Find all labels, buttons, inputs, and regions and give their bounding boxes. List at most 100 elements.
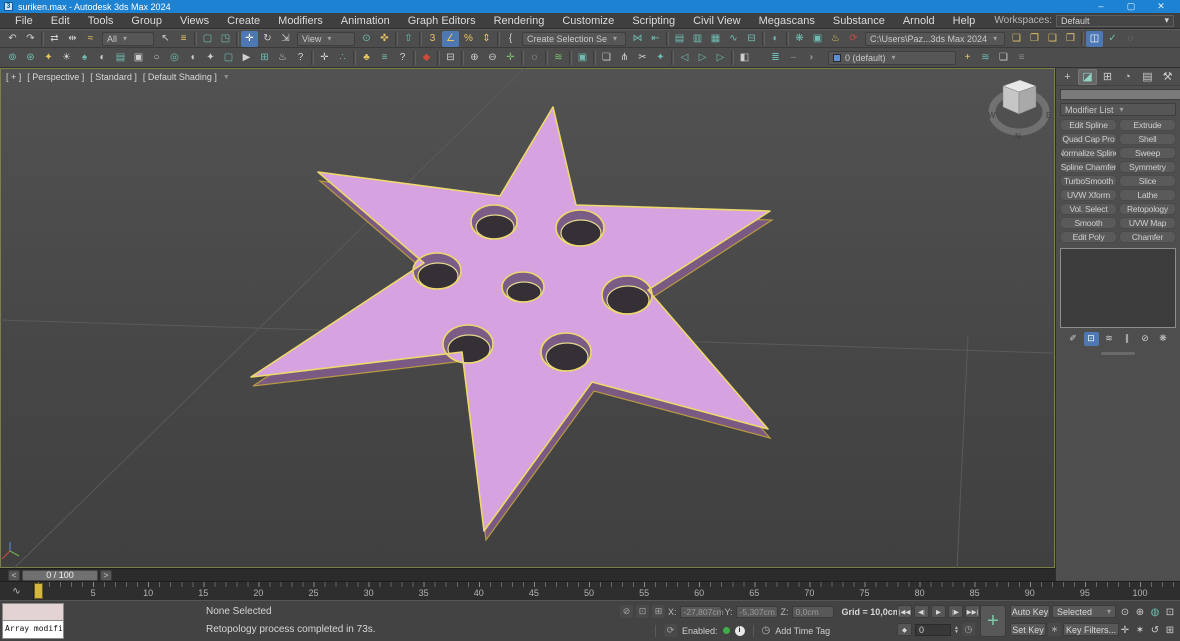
massfx-icon[interactable]: ◆ [418,50,435,66]
show-end-result-icon[interactable]: ≋ [1102,332,1117,346]
panel-splitter-handle[interactable] [1101,352,1135,355]
plug-in-icon[interactable]: ◁ [676,50,693,66]
pin-stack-icon[interactable]: ✐ [1066,332,1081,346]
key-filter-icon[interactable]: ∗ [1048,623,1061,636]
redo-button[interactable]: ↷ [22,31,39,47]
zoom-button[interactable]: ⊙ [1118,605,1132,619]
tab-display[interactable]: ▤ [1138,69,1157,85]
select-by-name-icon[interactable]: ≡ [175,31,192,47]
modifier-button[interactable]: Sweep [1119,147,1176,159]
loop-animation-icon[interactable]: ⟳ [664,624,677,637]
align-icon[interactable]: ⇤ [647,31,664,47]
rendered-frame-window-icon[interactable]: ▣ [809,31,826,47]
crowd-icon[interactable]: ⊛ [22,50,39,66]
layer-stack-icon[interactable]: ◎ [166,50,183,66]
modifier-button[interactable]: Shell [1119,133,1176,145]
percent-snap-icon[interactable]: % [460,31,477,47]
spinner-snap-icon[interactable]: ⇕ [478,31,495,47]
torus-icon[interactable]: ○ [148,50,165,66]
render-setup-icon[interactable]: ❋ [791,31,808,47]
close-button[interactable]: ✕ [1146,1,1176,12]
viewport-label-segment[interactable]: [ Perspective ] [27,72,84,82]
material-ball-icon[interactable]: ◐ [94,50,111,66]
rectangular-selection-region-icon[interactable]: ▢ [199,31,216,47]
cloth-icon[interactable]: ⋔ [616,50,633,66]
dashed-circle-icon[interactable]: ◌ [526,50,543,66]
modifier-button[interactable]: Vol. Select [1060,203,1117,215]
go-to-end-button[interactable]: ▶▶| [965,605,980,618]
viewport-label-segment[interactable]: [ Default Shading ] [143,72,217,82]
subdivision-box-icon[interactable]: ⊟ [442,50,459,66]
modifier-button[interactable]: UVW Xform [1060,189,1117,201]
key-mode-toggle-button[interactable]: ◆ [897,623,912,636]
render-iterative-icon[interactable]: ⟳ [845,31,862,47]
layer-manager-icon[interactable]: ≣ [767,50,784,66]
modifier-button[interactable]: Chamfer [1119,231,1176,243]
frame-spinner[interactable]: ▲▼ [954,626,959,634]
select-and-manipulate-icon[interactable]: ✜ [376,31,393,47]
menu-item[interactable]: Arnold [894,15,944,27]
folder-open-icon[interactable]: ❐ [1026,31,1043,47]
modifier-button[interactable]: Spline Chamfer [1060,161,1117,173]
select-layer-objects-icon[interactable]: ❏ [995,50,1012,66]
macro-recorder-pane[interactable] [2,603,64,621]
zoom-all-button[interactable]: ⊕ [1133,605,1147,619]
stack-dim-icon[interactable]: ≡ [1013,50,1030,66]
plug-play-icon[interactable]: ▷ [694,50,711,66]
menu-item[interactable]: Edit [42,15,79,27]
help-circle-icon[interactable]: ? [292,50,309,66]
project-folder-dropdown[interactable]: C:\Users\Paz...3ds Max 2024▾ [865,32,1005,46]
edit-named-selection-sets-icon[interactable]: { [502,31,519,47]
time-slider-handle[interactable]: 0 / 100 [22,570,98,581]
project-folder-icon[interactable]: ❏ [1008,31,1025,47]
undo-button[interactable]: ↶ [4,31,21,47]
wand-icon[interactable]: ✦ [652,50,669,66]
sun-positioner-icon[interactable]: ☀ [58,50,75,66]
teapot-render-icon[interactable]: ♨ [274,50,291,66]
select-object-icon[interactable]: ↖ [157,31,174,47]
reference-coordinate-dropdown[interactable]: View▾ [297,32,355,46]
coordinate-field[interactable]: -5,307cm [736,606,778,618]
modifier-button[interactable]: Smooth [1060,217,1117,229]
question-icon[interactable]: ? [394,50,411,66]
play-button[interactable]: ▶ [931,605,946,618]
key-filters-button[interactable]: Key Filters... [1063,623,1119,636]
grid-helper-icon[interactable]: ⊞ [256,50,273,66]
validate-scene-icon[interactable]: ✓ [1104,31,1121,47]
maximize-button[interactable]: ▢ [1116,1,1146,12]
viewport-label-segment[interactable]: [ Standard ] [90,72,137,82]
toggle-layer-explorer-icon[interactable]: ▥ [689,31,706,47]
menu-item[interactable]: Customize [553,15,623,27]
modifier-button[interactable]: TurboSmooth [1060,175,1117,187]
menu-item[interactable]: Tools [79,15,123,27]
next-frame-button[interactable]: |▶ [948,605,963,618]
lock-stack-icon[interactable]: ⊡ [1084,332,1099,346]
track-bar-ruler[interactable]: 0510152025303540455055606570758085909510… [34,582,1180,600]
active-layer-dropdown[interactable]: 0 (default) ▾ [828,51,956,65]
palette-icon[interactable]: ◖ [184,50,201,66]
add-time-tag[interactable]: Add Time Tag [775,626,830,636]
tab-modify[interactable]: ◪ [1078,69,1097,85]
tab-utilities[interactable]: ⚒ [1158,69,1177,85]
unlink-selection-icon[interactable]: ⇹ [64,31,81,47]
workspaces-dropdown[interactable]: Default ▾ [1056,15,1174,27]
maxscript-mini-listener[interactable]: Array modifi [2,603,64,639]
toggle-ribbon-icon[interactable]: ▦ [707,31,724,47]
modifier-button[interactable]: Slice [1119,175,1176,187]
bind-to-space-warp-icon[interactable]: ≈ [82,31,99,47]
chevron-double-icon[interactable]: ≋ [550,50,567,66]
next-frame-slider-button[interactable]: > [100,570,112,581]
walk-through-button[interactable]: ✶ [1133,623,1147,637]
add-character-icon[interactable]: ⊕ [466,50,483,66]
go-to-start-button[interactable]: |◀◀ [897,605,912,618]
notes-list-icon[interactable]: ≡ [376,50,393,66]
coordinate-field[interactable]: 0,0cm [792,606,834,618]
make-unique-icon[interactable]: ∥ [1120,332,1135,346]
paper-sheet-icon[interactable]: ❏ [598,50,615,66]
menu-item[interactable]: Megascans [750,15,824,27]
foliage-icon[interactable]: ♠ [76,50,93,66]
knife-icon[interactable]: ✂ [634,50,651,66]
select-and-rotate-icon[interactable]: ↻ [259,31,276,47]
current-frame-field[interactable]: 0 [915,624,951,636]
minimize-button[interactable]: – [1086,1,1116,12]
